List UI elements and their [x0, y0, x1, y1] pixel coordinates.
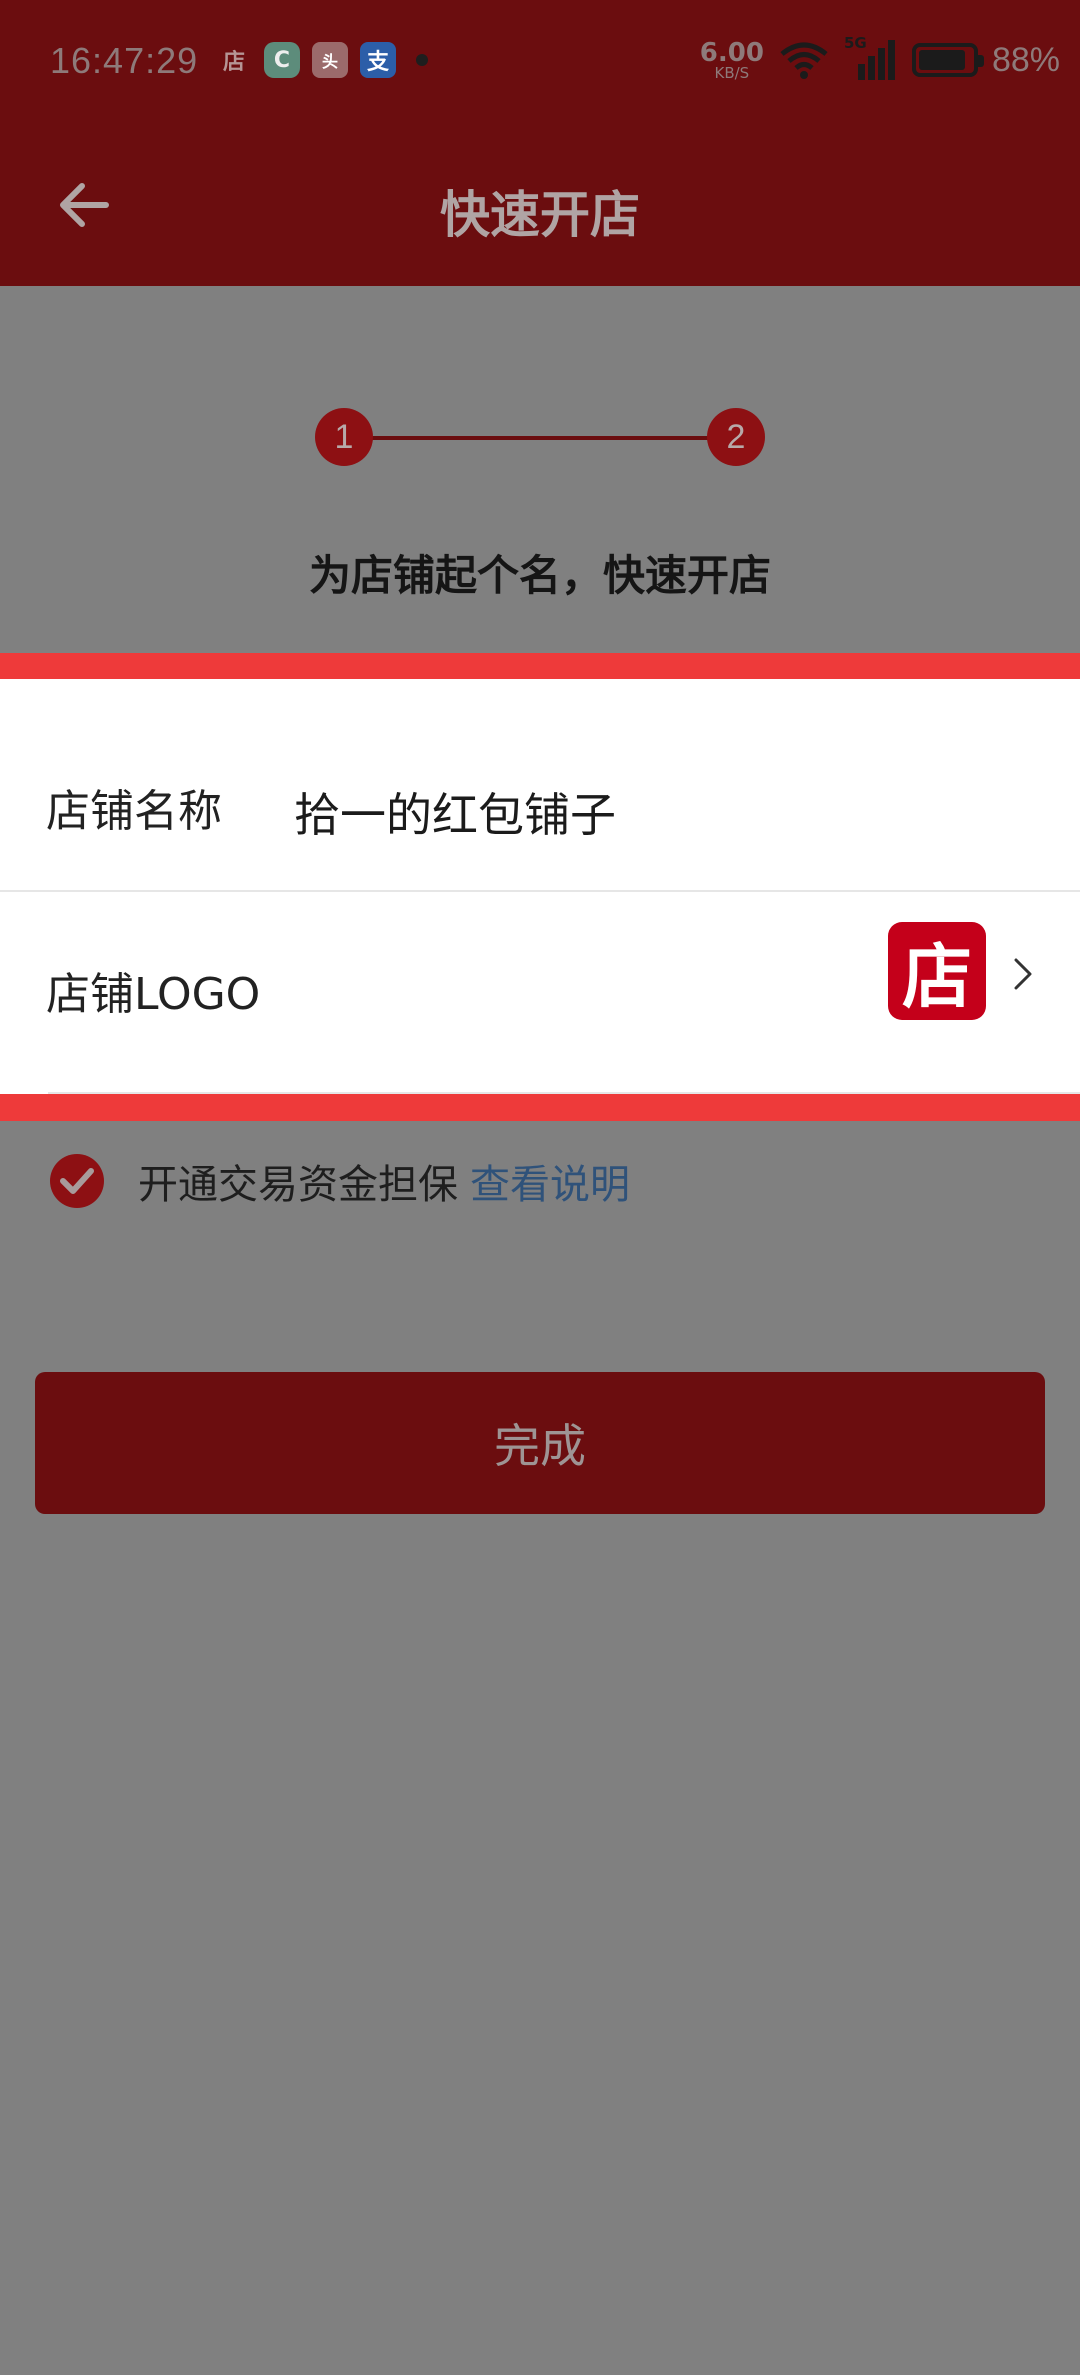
shop-logo-row[interactable]: 店铺LOGO 店 — [0, 892, 1080, 1094]
guarantee-checkbox[interactable] — [50, 1154, 104, 1208]
check-icon — [60, 1168, 94, 1194]
guarantee-text: 开通交易资金担保 — [138, 1162, 458, 1208]
status-bar: 16:47:29 店 C 头 支 6.00 KB/S 5G 88% — [0, 0, 1080, 125]
net-speed: 6.00 KB/S — [699, 37, 764, 82]
status-app-icons: 店 C 头 支 — [216, 42, 428, 78]
wifi-icon — [780, 42, 828, 79]
toutiao-app-icon: 头 — [312, 42, 348, 78]
shop-name-input[interactable]: 拾一的红包铺子 — [294, 779, 616, 845]
chevron-right-icon — [1014, 958, 1032, 990]
step-connector — [343, 436, 737, 440]
signal-icon: 5G — [844, 34, 898, 82]
step-indicator: 1 2 — [315, 408, 765, 468]
step-1-dot: 1 — [315, 408, 373, 466]
dian-app-icon: 店 — [222, 50, 245, 75]
shop-logo-image[interactable]: 店 — [888, 922, 986, 1020]
shop-name-row[interactable]: 店铺名称 拾一的红包铺子 — [0, 679, 1080, 892]
alipay-app-icon: 支 — [360, 42, 396, 78]
shop-name-label: 店铺名称 — [46, 786, 222, 837]
notification-dot-icon — [416, 54, 428, 66]
shop-logo-label: 店铺LOGO — [46, 969, 261, 1020]
status-indicators: 6.00 KB/S 5G 88% — [699, 34, 1060, 82]
battery-icon — [911, 43, 984, 77]
step-tagline: 为店铺起个名，快速开店 — [308, 551, 771, 600]
guarantee-row: 开通交易资金担保 查看说明 — [50, 1152, 630, 1210]
view-explanation-link[interactable]: 查看说明 — [470, 1152, 630, 1210]
done-button[interactable]: 完成 — [35, 1372, 1045, 1514]
status-time: 16:47:29 — [50, 40, 199, 81]
shop-form-card: 店铺名称 拾一的红包铺子 店铺LOGO 店 — [0, 679, 1080, 1094]
refresh-app-icon: C — [264, 42, 300, 78]
battery-percent: 88% — [991, 40, 1060, 79]
app-bar: 快速开店 — [0, 125, 1080, 286]
page-title: 快速开店 — [440, 186, 640, 244]
step-2-dot: 2 — [707, 408, 765, 466]
